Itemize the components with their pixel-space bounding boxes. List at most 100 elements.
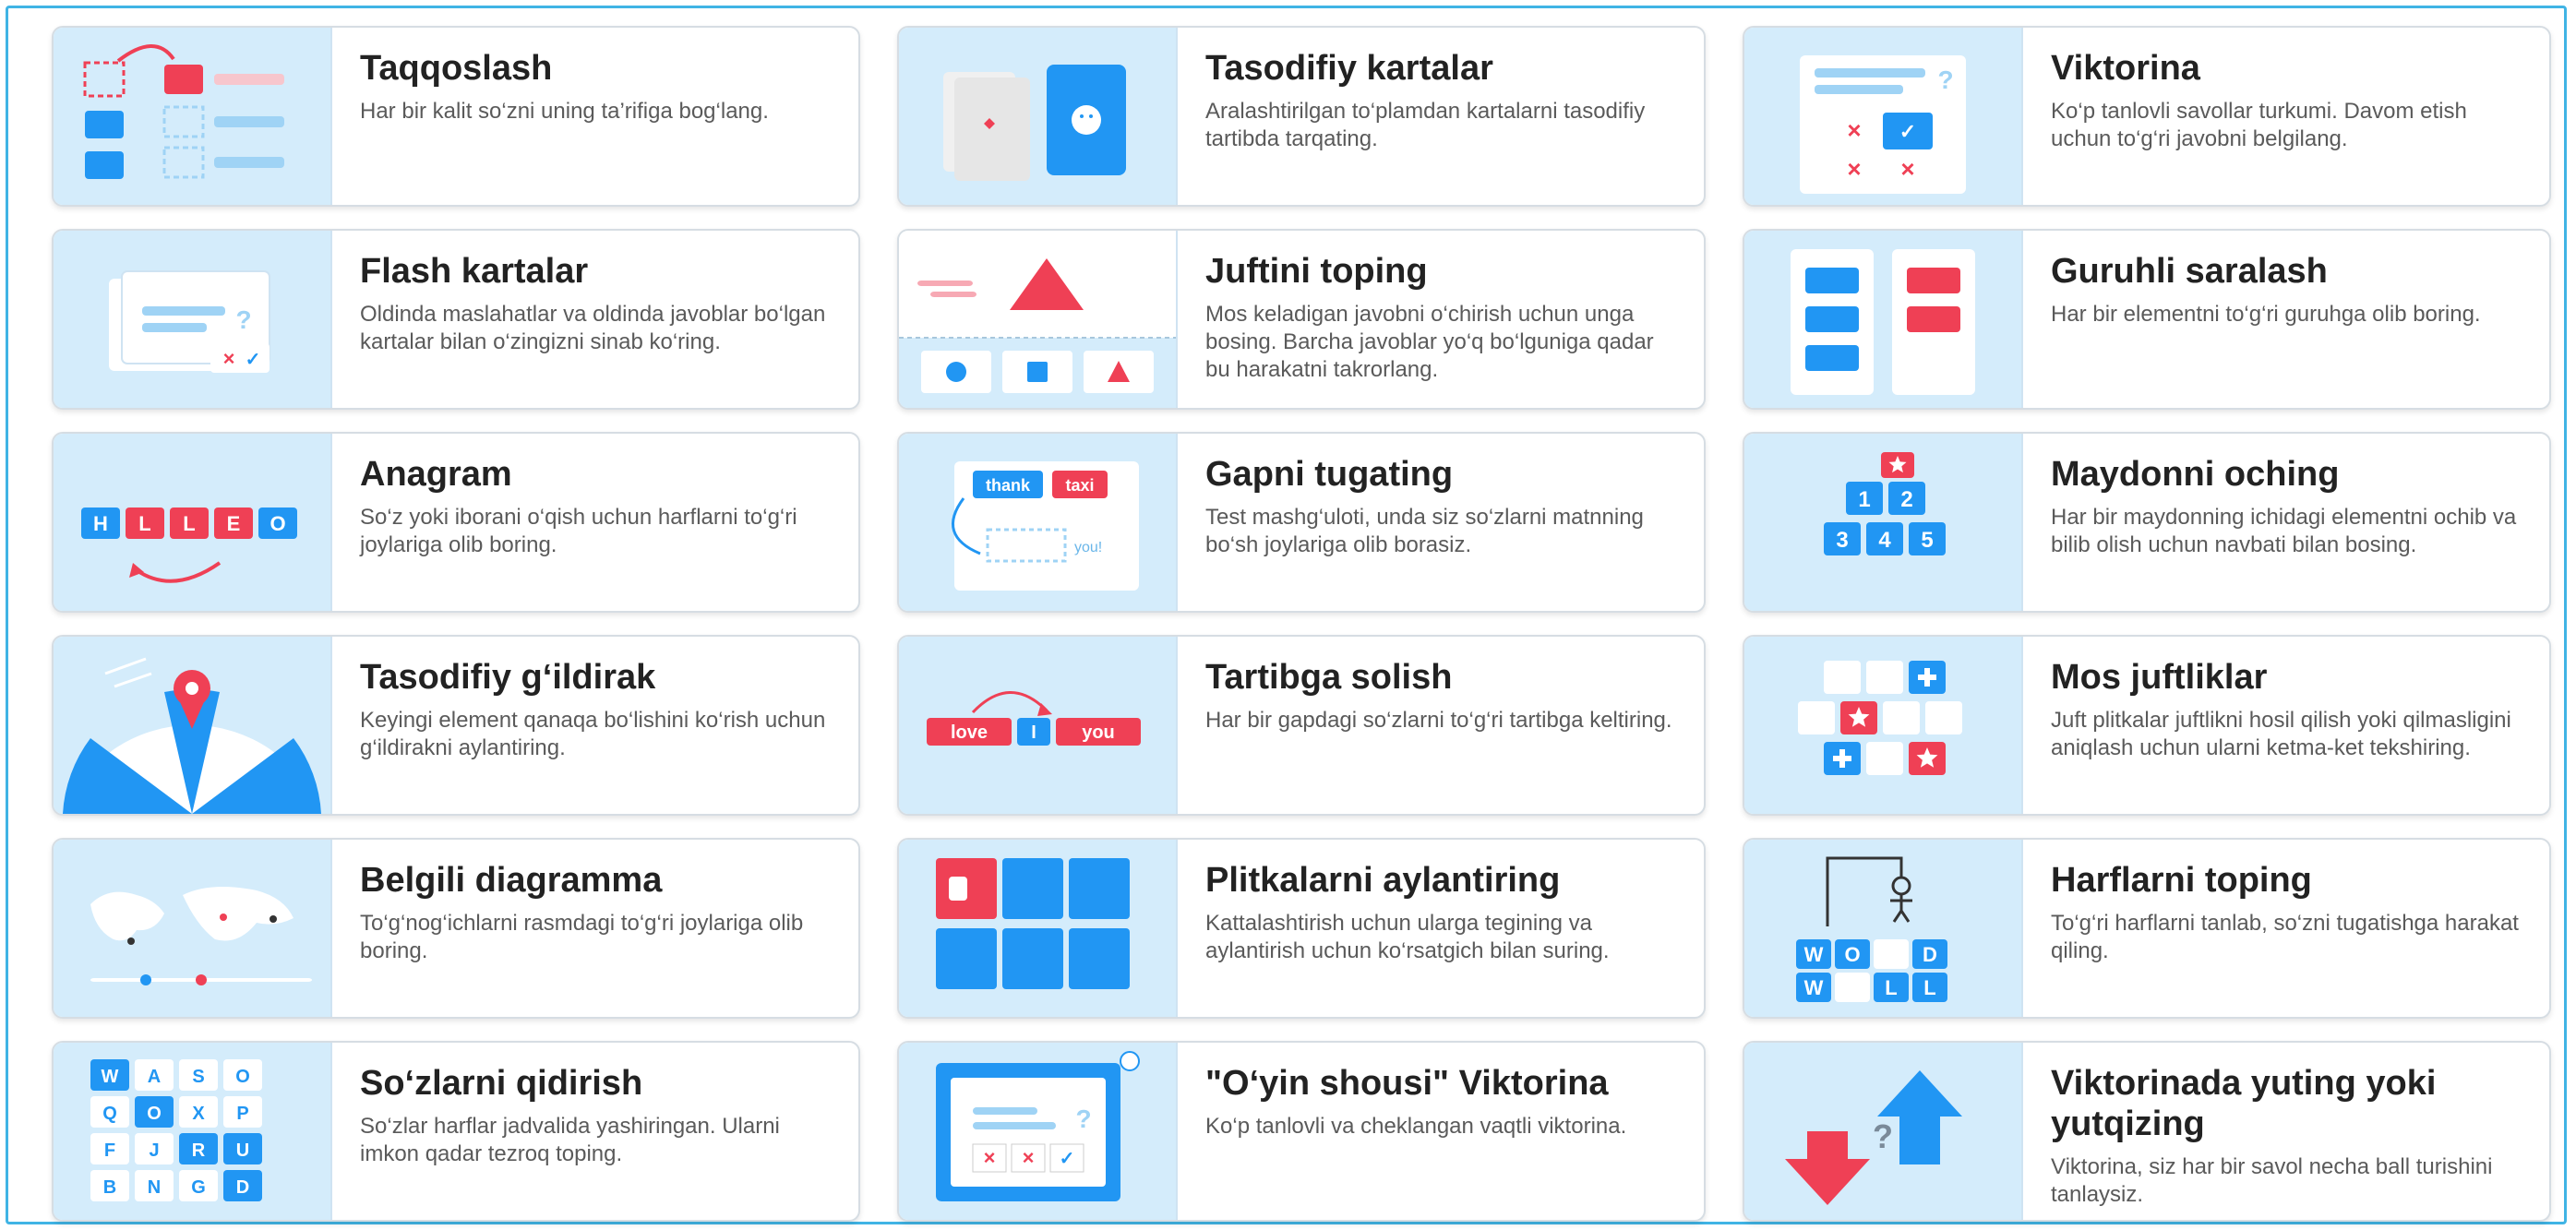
template-card-5[interactable]: Juftini toping Mos keladigan javobni o‘ch… <box>897 229 1706 410</box>
template-title: Viktorinada yuting yoki yutqizing <box>2051 1064 2437 1143</box>
template-card-13[interactable]: Belgili diagramma To‘g‘nog‘ichlarni rasmd… <box>52 838 860 1019</box>
template-description: Viktorina, siz har bir savol necha ball … <box>2051 1154 2493 1207</box>
svg-text:L: L <box>183 512 195 535</box>
template-title: Guruhli saralash <box>2051 252 2328 291</box>
svg-text:✓: ✓ <box>1060 1149 1075 1169</box>
svg-text:×: × <box>223 347 235 370</box>
template-description: To‘g‘ri harflarni tanlab, so‘zni tugatis… <box>2051 911 2519 963</box>
template-card-2[interactable]: Tasodifiy kartalar Aralashtirilgan to‘pla… <box>897 26 1706 207</box>
svg-text:×: × <box>984 1146 996 1169</box>
svg-text:?: ? <box>1873 1117 1893 1155</box>
svg-text:you!: you! <box>1074 540 1102 555</box>
template-card-6[interactable]: Guruhli saralash Har bir elementni to‘g‘r… <box>1743 229 2551 410</box>
svg-text:×: × <box>1847 116 1861 144</box>
template-card-17[interactable]: ? × × ✓ "O‘yin shousi" Viktorina Ko‘p tanlovl… <box>897 1041 1706 1222</box>
svg-text:3: 3 <box>1836 528 1848 553</box>
template-card-16[interactable]: W A S O Q O X P F J R U B N G D So‘zlarni qidirish So‘zla… <box>52 1041 860 1222</box>
template-info: Harflarni toping To‘g‘ri harflarni tanlab… <box>2023 840 2549 1017</box>
complete-sentence-icon: thank taxi you! <box>899 434 1178 611</box>
template-card-15[interactable]: W O D W L L Harflarni toping To‘g‘ri harflarni … <box>1743 838 2551 1019</box>
svg-text:×: × <box>1847 155 1861 183</box>
template-info: Plitkalarni aylantiring Kattalashtirish u… <box>1178 840 1704 1017</box>
template-description: Har bir gapdagi so‘zlarni to‘g‘ri tartib… <box>1205 708 1672 733</box>
template-info: Gapni tugating Test mashg‘uloti, unda siz… <box>1178 434 1704 611</box>
template-card-12[interactable]: Mos juftliklar Juft plitkalar juftlikni h… <box>1743 635 2551 816</box>
svg-text:I: I <box>1031 722 1036 743</box>
template-info: Viktorina Ko‘p tanlovli savollar turkumi.… <box>2023 28 2549 205</box>
spin-wheel-icon <box>54 637 332 814</box>
svg-text:you: you <box>1082 722 1115 743</box>
template-card-4[interactable]: ? × ✓ Flash kartalar Oldinda maslahatlar va … <box>52 229 860 410</box>
template-description: Oldinda maslahatlar va oldinda javoblar … <box>360 302 826 354</box>
open-box-icon: 1 2 3 4 5 <box>1744 434 2023 611</box>
template-card-8[interactable]: thank taxi you! Gapni tugating Test mashg‘ul… <box>897 432 1706 613</box>
svg-text:taxi: taxi <box>1065 476 1094 495</box>
template-card-7[interactable]: H L L E O Anagram So‘z yoki iborani o‘qish uch… <box>52 432 860 613</box>
template-title: "O‘yin shousi" Viktorina <box>1205 1064 1609 1103</box>
wordsearch-icon: W A S O Q O X P F J R U B N G D <box>54 1043 332 1220</box>
template-info: Guruhli saralash Har bir elementni to‘g‘r… <box>2023 231 2501 408</box>
svg-text:L: L <box>1885 976 1897 999</box>
anagram-icon: HLLEO <box>54 434 332 611</box>
svg-text:D: D <box>236 1177 249 1198</box>
template-card-10[interactable]: Tasodifiy g‘ildirak Keyingi element qanaq… <box>52 635 860 816</box>
template-info: Belgili diagramma To‘g‘nog‘ichlarni rasmd… <box>332 840 858 1017</box>
template-title: Tartibga solish <box>1205 658 1453 697</box>
svg-text:B: B <box>103 1177 116 1198</box>
matching-pairs-icon <box>1744 637 2023 814</box>
svg-text:L: L <box>1923 976 1935 999</box>
svg-text:4: 4 <box>1878 528 1891 553</box>
svg-text:2: 2 <box>1900 487 1912 512</box>
template-title: Tasodifiy g‘ildirak <box>360 658 656 697</box>
template-card-3[interactable]: ? × × × ✓ Viktorina Ko‘p tanlovli savollar tur… <box>1743 26 2551 207</box>
flash-cards-icon: ? × ✓ <box>54 231 332 408</box>
template-card-1[interactable]: Taqqoslash Har bir kalit so‘zni uning ta’… <box>52 26 860 207</box>
template-info: Mos juftliklar Juft plitkalar juftlikni h… <box>2023 637 2549 814</box>
gameshow-quiz-icon: ? × × ✓ <box>899 1043 1178 1220</box>
template-title: Anagram <box>360 455 512 494</box>
template-info: So‘zlarni qidirish So‘zlar harflar jadval… <box>332 1043 858 1220</box>
svg-text:F: F <box>104 1140 115 1161</box>
template-info: Juftini toping Mos keladigan javobni o‘ch… <box>1178 231 1704 408</box>
template-description: So‘zlar harflar jadvalida yashiringan. U… <box>360 1114 780 1166</box>
find-match-icon <box>899 231 1178 408</box>
svg-text:D: D <box>1923 943 1937 966</box>
template-grid: Taqqoslash Har bir kalit so‘zni uning ta’… <box>52 26 2551 1222</box>
template-card-18[interactable]: ? Viktorinada yuting yoki yutqizing Viktor… <box>1743 1041 2551 1222</box>
win-or-lose-quiz-icon: ? <box>1744 1043 2023 1220</box>
template-description: So‘z yoki iborani o‘qish uchun harflarni… <box>360 505 797 557</box>
template-title: Tasodifiy kartalar <box>1205 49 1493 88</box>
template-title: Taqqoslash <box>360 49 553 88</box>
svg-text:R: R <box>192 1140 206 1161</box>
template-description: Juft plitkalar juftlikni hosil qilish yo… <box>2051 708 2511 760</box>
svg-text:A: A <box>148 1067 161 1087</box>
template-description: Har bir kalit so‘zni uning ta’rifiga bog… <box>360 99 769 124</box>
flip-tiles-icon <box>899 840 1178 1017</box>
group-sort-icon <box>1744 231 2023 408</box>
template-description: Mos keladigan javobni o‘chirish uchun un… <box>1205 302 1654 382</box>
svg-text:5: 5 <box>1921 528 1933 553</box>
svg-text:thank: thank <box>986 476 1031 495</box>
template-info: Viktorinada yuting yoki yutqizing Viktori… <box>2023 1043 2549 1220</box>
template-title: Mos juftliklar <box>2051 658 2268 697</box>
svg-text:?: ? <box>235 305 251 334</box>
svg-text:N: N <box>148 1177 161 1198</box>
template-info: "O‘yin shousi" Viktorina Ko‘p tanlovli va… <box>1178 1043 1647 1220</box>
svg-text:S: S <box>192 1067 204 1087</box>
template-description: Ko‘p tanlovli savollar turkumi. Davom et… <box>2051 99 2467 151</box>
template-card-14[interactable]: Plitkalarni aylantiring Kattalashtirish u… <box>897 838 1706 1019</box>
svg-text:G: G <box>191 1177 206 1198</box>
svg-text:O: O <box>235 1067 250 1087</box>
template-description: Test mashg‘uloti, unda siz so‘zlarni mat… <box>1205 505 1644 557</box>
template-card-11[interactable]: love Iyou Tartibga solish Har bir gapdagi s… <box>897 635 1706 816</box>
template-info: Anagram So‘z yoki iborani o‘qish uchun ha… <box>332 434 858 611</box>
template-description: To‘g‘nog‘ichlarni rasmdagi to‘g‘ri joyla… <box>360 911 804 963</box>
template-title: Flash kartalar <box>360 252 589 291</box>
template-title: So‘zlarni qidirish <box>360 1064 643 1103</box>
svg-text:E: E <box>227 512 241 535</box>
template-info: Tasodifiy kartalar Aralashtirilgan to‘pla… <box>1178 28 1704 205</box>
template-card-9[interactable]: 1 2 3 4 5 Maydonni oching Har bir maydonning i… <box>1743 432 2551 613</box>
hangman-icon: WO D W L L <box>1744 840 2023 1017</box>
template-title: Gapni tugating <box>1205 455 1454 494</box>
template-info: Tasodifiy g‘ildirak Keyingi element qanaq… <box>332 637 858 814</box>
